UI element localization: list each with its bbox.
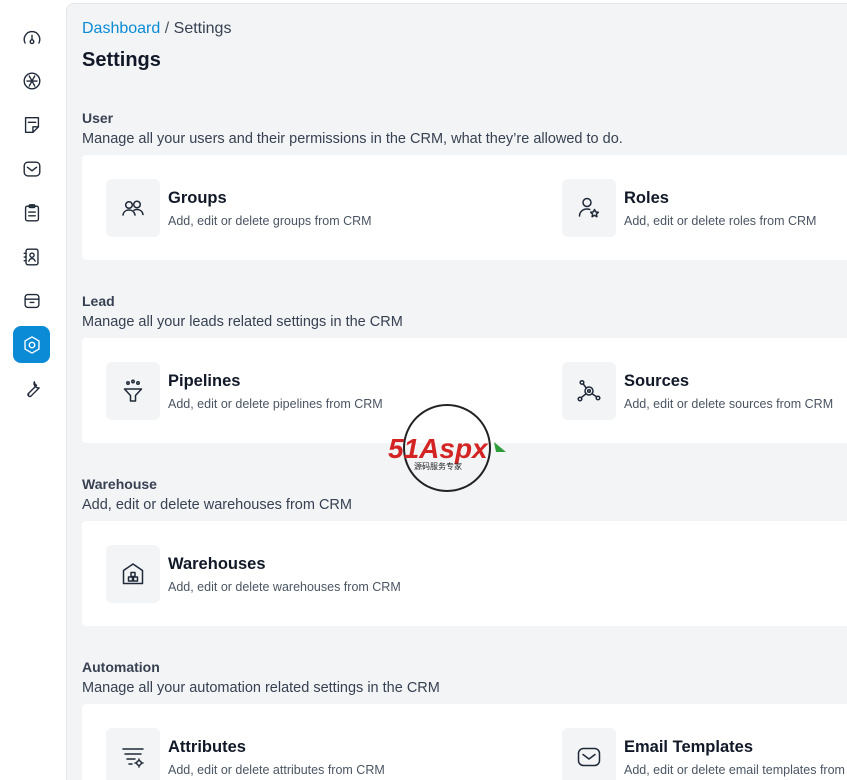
warehouse-settings-panel: Warehouses Add, edit or delete warehouse… <box>82 521 847 626</box>
roles-icon <box>578 197 600 218</box>
sidebar-item-products[interactable] <box>13 282 50 319</box>
box-icon <box>23 293 40 308</box>
setting-name-warehouses: Warehouses <box>168 554 266 573</box>
setting-warehouses[interactable]: Warehouses Add, edit or delete warehouse… <box>106 545 401 603</box>
gauge-icon <box>23 30 40 44</box>
setting-name-attributes: Attributes <box>168 737 246 756</box>
breadcrumb-separator: / <box>164 20 170 37</box>
breadcrumb: Dashboard / Settings <box>82 20 231 38</box>
sidebar-item-mail[interactable] <box>13 150 50 187</box>
lead-settings-panel: Pipelines Add, edit or delete pipelines … <box>82 338 847 443</box>
setting-name-roles: Roles <box>624 188 669 207</box>
automation-settings-panel: Attributes Add, edit or delete attribute… <box>82 704 847 780</box>
breadcrumb-dashboard-link[interactable]: Dashboard <box>82 20 160 37</box>
section-title-lead: Lead <box>82 293 115 309</box>
setting-pipelines[interactable]: Pipelines Add, edit or delete pipelines … <box>106 362 383 420</box>
setting-desc-pipelines: Add, edit or delete pipelines from CRM <box>168 396 383 411</box>
sources-network-icon <box>577 379 601 402</box>
setting-roles[interactable]: Roles Add, edit or delete roles from CRM <box>562 179 816 237</box>
section-desc-warehouse: Add, edit or delete warehouses from CRM <box>82 497 352 513</box>
wrench-icon <box>26 380 40 397</box>
setting-name-sources: Sources <box>624 371 690 390</box>
sidebar-item-activities[interactable] <box>13 194 50 231</box>
section-desc-automation: Manage all your automation related setti… <box>82 680 440 696</box>
sidebar-item-leads[interactable] <box>13 62 50 99</box>
setting-attributes[interactable]: Attributes Add, edit or delete attribute… <box>106 728 385 780</box>
setting-desc-warehouses: Add, edit or delete warehouses from CRM <box>168 579 401 594</box>
sidebar-item-contacts[interactable] <box>13 238 50 275</box>
setting-desc-email-templates: Add, edit or delete email templates from… <box>624 762 847 777</box>
contact-book-icon <box>23 248 39 265</box>
sidebar-item-quotes[interactable] <box>13 106 50 143</box>
page-title: Settings <box>82 49 161 71</box>
settings-main-panel: Dashboard / Settings Settings User Manag… <box>66 3 847 780</box>
groups-icon <box>122 200 144 216</box>
setting-name-pipelines: Pipelines <box>168 371 241 390</box>
breadcrumb-current: Settings <box>173 20 232 37</box>
sticky-note-icon <box>24 116 39 133</box>
setting-sources[interactable]: Sources Add, edit or delete sources from… <box>562 362 833 420</box>
setting-name-groups: Groups <box>168 188 227 207</box>
section-desc-lead: Manage all your leads related settings i… <box>82 314 403 330</box>
setting-name-email-templates: Email Templates <box>624 737 753 756</box>
sidebar-item-dashboard[interactable] <box>13 19 50 56</box>
section-title-automation: Automation <box>82 659 160 675</box>
clipboard-icon <box>24 203 39 221</box>
sidebar <box>0 0 64 780</box>
user-settings-panel: Groups Add, edit or delete groups from C… <box>82 155 847 260</box>
leads-icon <box>23 72 40 89</box>
settings-icon <box>23 335 40 354</box>
section-title-warehouse: Warehouse <box>82 476 157 492</box>
setting-desc-attributes: Add, edit or delete attributes from CRM <box>168 762 385 777</box>
warehouse-icon <box>122 563 144 585</box>
setting-groups[interactable]: Groups Add, edit or delete groups from C… <box>106 179 372 237</box>
attributes-icon <box>122 748 144 768</box>
sidebar-item-configuration[interactable] <box>13 370 50 407</box>
pipeline-funnel-icon <box>123 379 143 402</box>
setting-desc-groups: Add, edit or delete groups from CRM <box>168 213 372 228</box>
setting-email-templates[interactable]: Email Templates Add, edit or delete emai… <box>562 728 847 780</box>
sidebar-item-settings[interactable] <box>13 326 50 363</box>
section-title-user: User <box>82 110 114 126</box>
setting-desc-sources: Add, edit or delete sources from CRM <box>624 396 834 411</box>
mail-icon <box>23 160 40 177</box>
setting-desc-roles: Add, edit or delete roles from CRM <box>624 213 817 228</box>
email-template-icon <box>577 747 601 767</box>
section-desc-user: Manage all your users and their permissi… <box>82 131 623 147</box>
